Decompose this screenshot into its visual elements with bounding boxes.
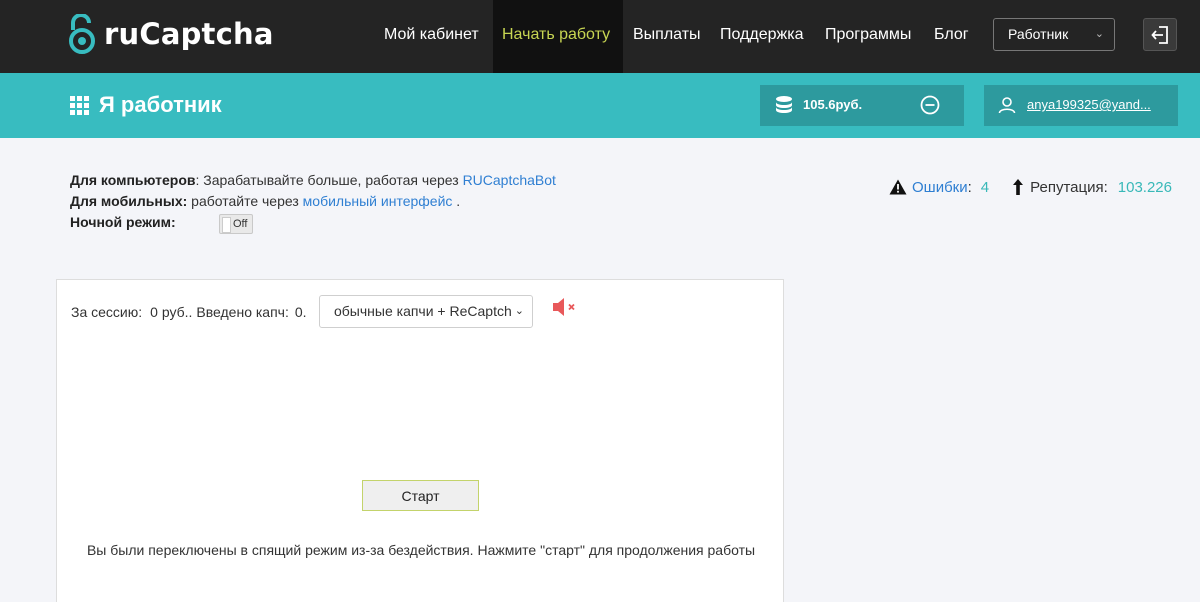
worker-stats: Ошибки: 4 Репутация: 103.226 [889, 178, 1172, 196]
mobile-line: Для мобильных: работайте через мобильный… [70, 191, 556, 212]
sound-muted-icon[interactable] [551, 296, 579, 318]
user-icon [998, 97, 1016, 114]
computers-text: : Зарабатывайте больше, работая через [195, 172, 463, 188]
errors-link[interactable]: Ошибки [912, 179, 968, 196]
nav-programs[interactable]: Программы [825, 0, 911, 73]
night-mode-label: Ночной режим: [70, 214, 176, 230]
mobile-interface-link[interactable]: мобильный интерфейс [303, 193, 453, 209]
balance-box: 105.6руб. [760, 85, 964, 126]
role-select-value: Работник [1008, 26, 1069, 42]
reputation-value: 103.226 [1117, 178, 1172, 196]
grid-icon [70, 95, 89, 115]
computers-line: Для компьютеров: Зарабатывайте больше, р… [70, 170, 556, 191]
entered-label: Введено капч: [196, 304, 289, 320]
top-navigation: ruCaptcha Мой кабинет Начать работу Выпл… [0, 0, 1200, 73]
session-stats: За сессию: 0 руб.. Введено капч: 0. [71, 296, 307, 328]
padlock-logo-icon [69, 14, 95, 54]
account-email-link[interactable]: anya199325@yand... [1027, 97, 1151, 112]
reputation-label: Репутация: [1030, 178, 1108, 196]
chevron-down-icon: ⌄ [510, 296, 524, 327]
captcha-type-value: обычные капчи + ReCaptcha [334, 303, 520, 319]
nav-payouts[interactable]: Выплаты [633, 0, 701, 73]
info-block: Для компьютеров: Зарабатывайте больше, р… [70, 170, 556, 234]
mobile-text: работайте через [187, 193, 303, 209]
session-value: 0 руб.. [150, 304, 193, 320]
balance-amount: 105.6руб. [803, 97, 863, 112]
page-header: Я работник 105.6руб. anya199325@yand... [0, 73, 1200, 138]
logout-button[interactable] [1143, 18, 1177, 51]
account-box[interactable]: anya199325@yand... [984, 85, 1178, 126]
start-button[interactable]: Старт [362, 480, 479, 511]
minus-circle-icon[interactable] [920, 95, 940, 115]
nav-start-work[interactable]: Начать работу [493, 0, 623, 73]
logo[interactable]: ruCaptcha [68, 14, 274, 54]
arrow-up-icon [1013, 179, 1024, 195]
errors-value: 4 [980, 178, 990, 196]
nav-blog[interactable]: Блог [934, 0, 969, 73]
mobile-label: Для мобильных: [70, 193, 188, 209]
rucaptchabot-link[interactable]: RUCaptchaBot [463, 172, 556, 188]
entered-value: 0. [294, 304, 307, 320]
work-panel: За сессию: 0 руб.. Введено капч: 0. обыч… [56, 279, 784, 602]
session-label: За сессию: [71, 304, 143, 320]
night-mode-toggle[interactable]: Off [219, 214, 253, 234]
role-select[interactable]: Работник ⌄ [993, 18, 1115, 51]
logo-text: ruCaptcha [104, 17, 274, 51]
warning-icon [889, 179, 907, 195]
mobile-tail: . [452, 193, 461, 209]
page-title-text: Я работник [99, 92, 222, 117]
night-mode-row: Ночной режим: Off [70, 212, 556, 234]
captcha-type-select[interactable]: обычные капчи + ReCaptcha ⌄ [319, 295, 533, 328]
page-title: Я работник [70, 92, 222, 118]
errors-colon: : [967, 178, 972, 196]
chevron-down-icon: ⌄ [1094, 28, 1104, 40]
database-icon [776, 96, 792, 113]
computers-label: Для компьютеров [70, 172, 196, 188]
nav-my-cabinet[interactable]: Мой кабинет [384, 0, 479, 73]
logout-icon [1151, 25, 1168, 44]
nav-support[interactable]: Поддержка [720, 0, 803, 73]
sleep-mode-message: Вы были переключены в спящий режим из-за… [86, 542, 756, 558]
